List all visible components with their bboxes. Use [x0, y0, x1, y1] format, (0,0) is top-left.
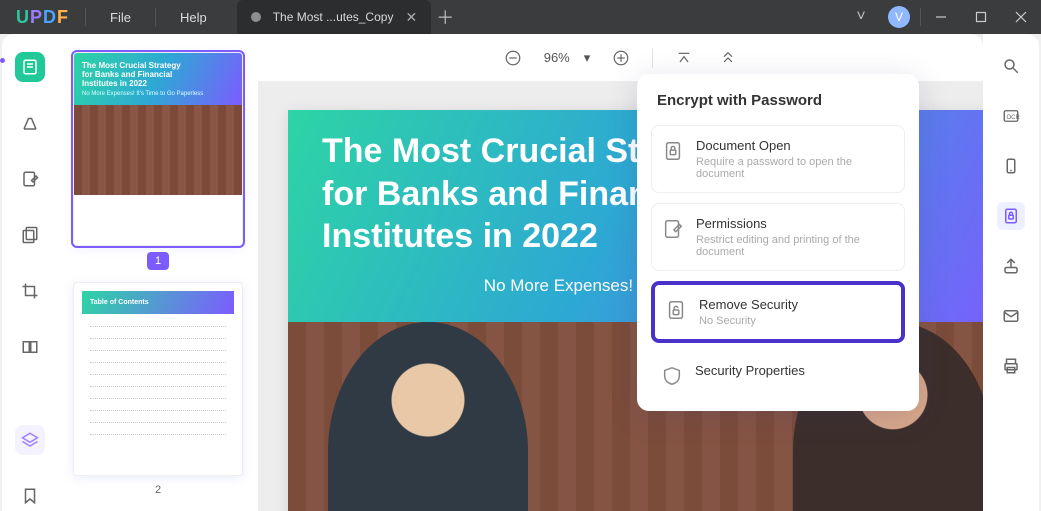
bookmark-button[interactable] [15, 481, 45, 511]
permissions-option[interactable]: Permissions Restrict editing and printin… [651, 203, 905, 271]
pin-icon [251, 12, 261, 22]
page-thumbnail-2[interactable]: Table of Contents [73, 282, 243, 476]
protect-button[interactable] [997, 202, 1025, 230]
unlock-document-icon [665, 299, 687, 321]
zoom-out-button[interactable] [500, 45, 526, 71]
option-title: Permissions [696, 216, 894, 231]
option-subtitle: Restrict editing and printing of the doc… [696, 234, 894, 258]
menu-help[interactable]: Help [156, 10, 231, 25]
document-canvas: 96% ▾ The Most Crucial Strategy for Bank… [258, 34, 983, 511]
separator [652, 48, 653, 68]
first-page-button[interactable] [671, 45, 697, 71]
tab-title: The Most ...utes_Copy [273, 10, 394, 24]
window-maximize-button[interactable] [961, 0, 1001, 34]
workbench: The Most Crucial Strategy for Banks and … [0, 34, 1041, 511]
remove-security-option[interactable]: Remove Security No Security [651, 281, 905, 343]
encrypt-password-panel: Encrypt with Password Document Open Requ… [637, 74, 919, 411]
user-avatar[interactable]: V [888, 6, 910, 28]
window-minimize-button[interactable] [921, 0, 961, 34]
mini-photo [74, 105, 242, 195]
svg-text:OCR: OCR [1007, 115, 1021, 121]
app-brand: UPDF [0, 7, 85, 28]
mail-button[interactable] [997, 302, 1025, 330]
document-tab[interactable]: The Most ...utes_Copy ✕ [237, 0, 431, 34]
page-number-badge: 1 [147, 252, 169, 269]
zoom-in-button[interactable] [608, 45, 634, 71]
chevron-down-icon[interactable]: ˅ [844, 8, 878, 26]
shield-icon [661, 365, 683, 387]
doc-title-line: Institutes in 2022 [322, 217, 598, 255]
left-tool-rail [2, 34, 58, 511]
zoom-value[interactable]: 96% ▾ [544, 50, 591, 66]
permissions-icon [662, 218, 684, 240]
page-number-label: 2 [147, 482, 169, 499]
right-tool-rail: OCR [983, 34, 1039, 511]
phone-link-button[interactable] [997, 152, 1025, 180]
edit-tool-button[interactable] [15, 164, 45, 194]
active-indicator [0, 58, 5, 63]
panel-title: Encrypt with Password [657, 92, 899, 109]
security-properties-option[interactable]: Security Properties [651, 353, 905, 397]
thumbnail-panel: The Most Crucial Strategy for Banks and … [58, 34, 258, 511]
mini-title: The Most Crucial Strategy [82, 61, 234, 70]
document-open-option[interactable]: Document Open Require a password to open… [651, 125, 905, 193]
reader-mode-button[interactable] [15, 52, 45, 82]
option-title: Remove Security [699, 297, 798, 312]
mini-title: Institutes in 2022 [82, 79, 234, 88]
close-tab-icon[interactable]: ✕ [405, 9, 417, 26]
search-button[interactable] [997, 52, 1025, 80]
ocr-button[interactable]: OCR [997, 102, 1025, 130]
title-bar: UPDF File Help The Most ...utes_Copy ✕ ＋… [0, 0, 1041, 34]
export-button[interactable] [997, 252, 1025, 280]
option-title: Document Open [696, 138, 894, 153]
mini-title: for Banks and Financial [82, 70, 234, 79]
compare-tool-button[interactable] [15, 332, 45, 362]
new-tab-button[interactable]: ＋ [431, 4, 459, 30]
mini-toc-lines [82, 314, 234, 450]
previous-page-button[interactable] [715, 45, 741, 71]
window-close-button[interactable] [1001, 0, 1041, 34]
lock-document-icon [662, 140, 684, 162]
chevron-down-icon: ▾ [584, 50, 591, 66]
zoom-text: 96% [544, 50, 570, 65]
mini-subtitle: No More Expenses! It's Time to Go Paperl… [82, 91, 234, 97]
highlight-tool-button[interactable] [15, 108, 45, 138]
mini-toc-heading: Table of Contents [82, 291, 234, 314]
layers-button[interactable] [15, 425, 45, 455]
photo-person [328, 322, 528, 511]
option-title: Security Properties [695, 363, 805, 378]
organize-tool-button[interactable] [15, 220, 45, 250]
page-thumbnail-1[interactable]: The Most Crucial Strategy for Banks and … [73, 52, 243, 246]
menu-file[interactable]: File [86, 10, 155, 25]
print-button[interactable] [997, 352, 1025, 380]
option-subtitle: Require a password to open the document [696, 156, 894, 180]
option-subtitle: No Security [699, 315, 798, 327]
crop-tool-button[interactable] [15, 276, 45, 306]
